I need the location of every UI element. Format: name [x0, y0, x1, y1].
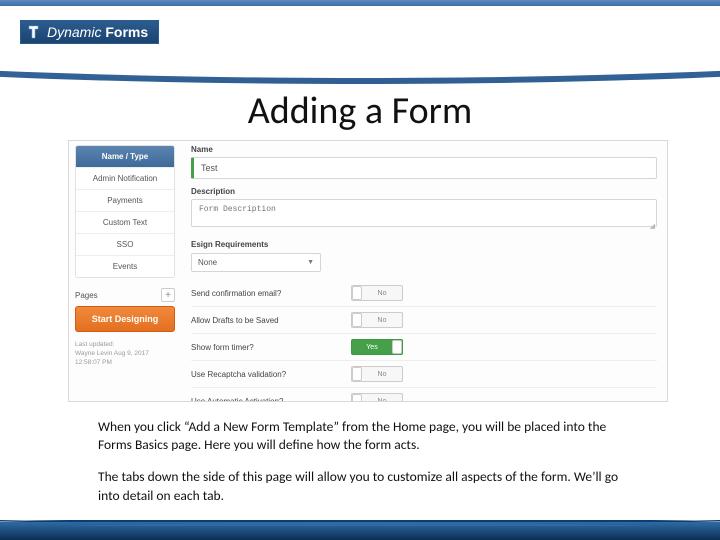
- start-designing-button[interactable]: Start Designing: [75, 306, 175, 332]
- footer-swoosh-icon: [0, 516, 720, 534]
- toggle-handle-icon: [352, 286, 362, 300]
- paragraph-1: When you click “Add a New Form Template”…: [98, 418, 640, 454]
- last-updated-by: Wayne Levin Aug 9, 2017: [75, 349, 175, 358]
- footer-bar: [0, 522, 720, 540]
- tab-admin-notif[interactable]: Admin Notification: [76, 168, 174, 190]
- brand-mark-icon: [27, 24, 43, 40]
- esign-select[interactable]: None ▼: [191, 253, 321, 272]
- last-updated-label: Last updated:: [75, 340, 175, 349]
- slide-body: When you click “Add a New Form Template”…: [98, 418, 640, 519]
- tab-sso[interactable]: SSO: [76, 234, 174, 256]
- toggle-handle-icon: [352, 394, 362, 401]
- setting-label: Use Recaptcha validation?: [191, 370, 351, 379]
- tab-payments[interactable]: Payments: [76, 190, 174, 212]
- last-updated-time: 12:58:07 PM: [75, 358, 175, 367]
- setting-label: Send confirmation email?: [191, 289, 351, 298]
- esign-label: Esign Requirements: [191, 240, 657, 249]
- description-input[interactable]: [191, 199, 657, 227]
- esign-value: None: [198, 258, 217, 267]
- brand-text: Dynamic Forms: [47, 24, 148, 40]
- toggle-handle-icon: [392, 340, 402, 354]
- side-tabs: Name / Type Admin Notification Payments …: [75, 145, 175, 278]
- toggle-confirmation-email[interactable]: No: [351, 285, 403, 301]
- setting-label: Show form timer?: [191, 343, 351, 352]
- app-screenshot: Name / Type Admin Notification Payments …: [68, 140, 668, 402]
- pages-heading: Pages: [75, 291, 98, 300]
- setting-label: Allow Drafts to be Saved: [191, 316, 351, 325]
- toggle-allow-drafts[interactable]: No: [351, 312, 403, 328]
- paragraph-2: The tabs down the side of this page will…: [98, 468, 640, 504]
- tab-custom-text[interactable]: Custom Text: [76, 212, 174, 234]
- sidebar: Name / Type Admin Notification Payments …: [69, 141, 181, 401]
- chevron-down-icon: ▼: [307, 259, 314, 266]
- slide-title: Adding a Form: [0, 88, 720, 134]
- toggle-recaptcha[interactable]: No: [351, 366, 403, 382]
- setting-label: Use Automatic Activation?: [191, 397, 351, 402]
- add-page-button[interactable]: +: [161, 288, 175, 302]
- name-label: Name: [191, 145, 657, 154]
- toggle-auto-activation[interactable]: No: [351, 393, 403, 401]
- tab-events[interactable]: Events: [76, 256, 174, 277]
- tab-name-type[interactable]: Name / Type: [76, 146, 174, 168]
- toggle-handle-icon: [352, 313, 362, 327]
- toggle-form-timer[interactable]: Yes: [351, 339, 403, 355]
- slide: Dynamic Forms Adding a Form Name / Type …: [0, 0, 720, 540]
- form-basics-panel: Name Description ◢ Esign Requirements No…: [181, 141, 667, 401]
- description-label: Description: [191, 187, 657, 196]
- name-input[interactable]: [191, 157, 657, 179]
- brand-logo: Dynamic Forms: [18, 18, 167, 46]
- toggle-handle-icon: [352, 367, 362, 381]
- last-updated: Last updated: Wayne Levin Aug 9, 2017 12…: [75, 340, 175, 367]
